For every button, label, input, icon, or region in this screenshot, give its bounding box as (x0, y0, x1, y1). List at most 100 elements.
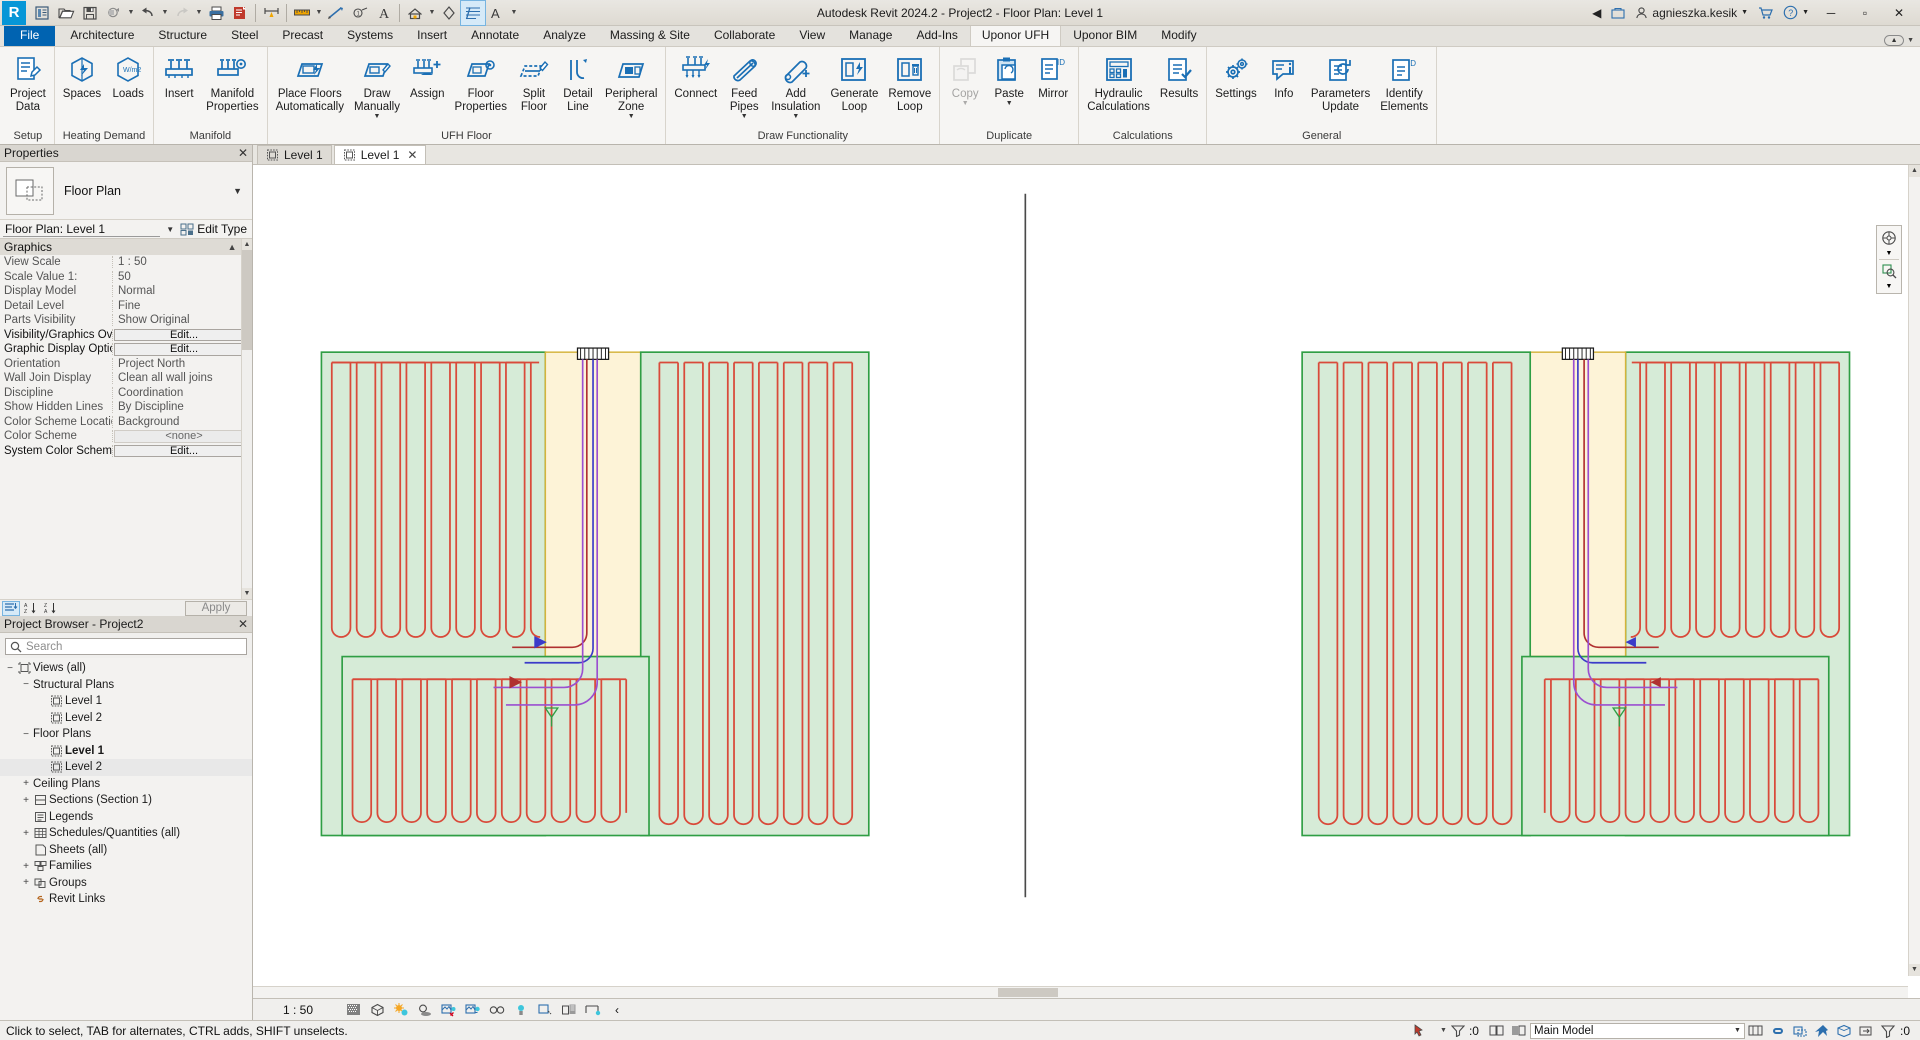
property-row[interactable]: Color Scheme <none> (0, 429, 252, 444)
editable-only-icon[interactable] (1745, 1022, 1767, 1040)
save-icon[interactable] (78, 1, 102, 25)
select-links-icon[interactable] (1767, 1022, 1789, 1040)
browser-item-floor-plans[interactable]: − Floor Plans (0, 726, 252, 743)
drag-elements-icon[interactable] (1855, 1022, 1877, 1040)
properties-close-icon[interactable]: ✕ (238, 146, 248, 160)
building-right[interactable] (1301, 347, 1851, 837)
detail-level-icon[interactable] (341, 1000, 365, 1020)
navigation-dropdown-icon[interactable]: ▼ (1878, 248, 1900, 258)
browser-item-sections-section-1-[interactable]: + Sections (Section 1) (0, 792, 252, 809)
default-3d-view-icon[interactable] (403, 1, 427, 25)
view-tab-1[interactable]: Level 1 (257, 145, 332, 164)
properties-scroll-thumb[interactable] (242, 250, 252, 350)
browser-item-level-2[interactable]: Level 2 (0, 710, 252, 727)
ribbon-tab-architecture[interactable]: Architecture (58, 24, 146, 46)
expand-icon[interactable]: + (20, 877, 32, 888)
property-row[interactable]: System Color Schemes Edit... (0, 444, 252, 459)
property-row[interactable]: Parts Visibility Show Original (0, 313, 252, 328)
view-scale-label[interactable]: 1 : 50 (273, 1003, 341, 1017)
ribbon-tab-structure[interactable]: Structure (146, 24, 219, 46)
floor-properties-button[interactable]: Floor Properties (450, 50, 512, 126)
dropdown-arrow-icon[interactable]: ▼ (1006, 100, 1013, 107)
dropdown-arrow-icon[interactable]: ▼ (792, 113, 799, 120)
ufh-floor-plan-drawing[interactable] (253, 165, 1920, 998)
property-selector-value[interactable]: Floor Plan: Level 1 (3, 222, 161, 237)
filter-dropdown[interactable]: ▼ :0 (1433, 1022, 1486, 1040)
property-value[interactable]: <none> (114, 430, 249, 443)
qat-more-icon[interactable]: ▼ (509, 9, 519, 16)
property-edit-button[interactable]: Edit... (114, 328, 249, 341)
view-tab-2[interactable]: Level 1 ✕ (333, 145, 427, 164)
browser-item-families[interactable]: + Families (0, 858, 252, 875)
property-list-icon[interactable] (2, 600, 20, 616)
browser-item-views-all-[interactable]: − Views (all) (0, 660, 252, 677)
worksets-icon[interactable] (1486, 1022, 1508, 1040)
expand-view-bar-icon[interactable]: ‹ (605, 1000, 629, 1020)
property-row[interactable]: Color Scheme Location Background (0, 415, 252, 430)
dropdown-arrow-icon[interactable]: ▼ (962, 100, 969, 107)
peripheral-zone-button[interactable]: Peripheral Zone ▼ (600, 50, 662, 126)
ribbon-tab-precast[interactable]: Precast (270, 24, 335, 46)
redo-icon[interactable] (170, 1, 194, 25)
browser-item-legends[interactable]: Legends (0, 809, 252, 826)
expand-icon[interactable]: + (20, 778, 32, 789)
undo-dropdown-icon[interactable]: ▼ (160, 9, 170, 16)
draw-manually-button[interactable]: Draw Manually ▼ (349, 50, 405, 126)
tag-by-category-icon[interactable] (324, 1, 348, 25)
property-row[interactable]: Visibility/Graphics Ove...Edit... (0, 328, 252, 343)
browser-item-revit-links[interactable]: Revit Links (0, 891, 252, 908)
design-options-icon[interactable] (1508, 1022, 1530, 1040)
close-button[interactable]: ✕ (1882, 0, 1916, 26)
property-row[interactable]: Display Model Normal (0, 284, 252, 299)
project-data-button[interactable]: Project Data (5, 50, 51, 126)
text-icon[interactable]: A (372, 1, 396, 25)
drawing-canvas[interactable]: ▼ ▼ ▲ ▼ (253, 165, 1920, 998)
canvas-scroll-up-icon[interactable]: ▲ (1909, 165, 1920, 177)
browser-item-level-2[interactable]: Level 2 (0, 759, 252, 776)
visual-style-icon[interactable] (365, 1000, 389, 1020)
aligned-dimension-icon[interactable] (290, 1, 314, 25)
property-row[interactable]: Orientation Project North (0, 357, 252, 372)
steering-wheel-icon[interactable] (1878, 228, 1900, 248)
collapse-icon[interactable]: − (20, 679, 32, 690)
dimension-dropdown-icon[interactable]: ▼ (314, 9, 324, 16)
dropdown-arrow-icon[interactable]: ▼ (741, 113, 748, 120)
settings-button[interactable]: Settings (1210, 50, 1262, 126)
building-left[interactable] (320, 347, 870, 837)
spaces-button[interactable]: Spaces (58, 50, 106, 126)
expand-icon[interactable]: + (20, 861, 32, 872)
ribbon-tab-systems[interactable]: Systems (335, 24, 405, 46)
canvas-vertical-scrollbar[interactable]: ▲ ▼ (1908, 165, 1920, 976)
browser-item-ceiling-plans[interactable]: + Ceiling Plans (0, 776, 252, 793)
ribbon-tab-steel[interactable]: Steel (219, 24, 270, 46)
loads-button[interactable]: W/m2 Loads (106, 50, 150, 126)
select-pinned-icon[interactable] (1811, 1022, 1833, 1040)
property-row[interactable]: View Scale 1 : 50 (0, 255, 252, 270)
ribbon-tab-uponor-bim[interactable]: Uponor BIM (1061, 24, 1149, 46)
temporary-hide-isolate-icon[interactable] (509, 1000, 533, 1020)
reveal-hidden-elements-icon[interactable] (533, 1000, 557, 1020)
select-underlay-icon[interactable] (1789, 1022, 1811, 1040)
print-icon[interactable] (204, 1, 228, 25)
project-browser-close-icon[interactable]: ✕ (238, 617, 248, 631)
show-crop-region-icon[interactable] (485, 1000, 509, 1020)
help-icon[interactable]: ? ▼ (1778, 2, 1814, 24)
shadows-icon[interactable] (413, 1000, 437, 1020)
main-model-dropdown-icon[interactable]: ▼ (1734, 1027, 1741, 1034)
browser-item-level-1[interactable]: Level 1 (0, 693, 252, 710)
add-insulation-button[interactable]: Add Insulation ▼ (766, 50, 825, 126)
ribbon-tab-add-ins[interactable]: Add-Ins (904, 24, 969, 46)
analytical-model-icon[interactable] (581, 1000, 605, 1020)
remove-loop-button[interactable]: Remove Loop (883, 50, 936, 126)
minimize-button[interactable]: ─ (1814, 0, 1848, 26)
property-row[interactable]: Graphic Display OptionsEdit... (0, 342, 252, 357)
canvas-horizontal-scrollbar[interactable] (253, 986, 1908, 998)
open-project-icon[interactable] (54, 1, 78, 25)
ribbon-tab-uponor-ufh[interactable]: Uponor UFH (969, 24, 1062, 46)
ribbon-tab-annotate[interactable]: Annotate (459, 24, 531, 46)
view-dropdown-icon[interactable]: ▼ (427, 9, 437, 16)
project-browser-search[interactable]: Search (5, 638, 247, 655)
property-selector-dropdown-icon[interactable]: ▼ (164, 225, 176, 234)
canvas-scroll-down-icon[interactable]: ▼ (1909, 964, 1920, 976)
tag-all-icon[interactable]: 1 (348, 1, 372, 25)
